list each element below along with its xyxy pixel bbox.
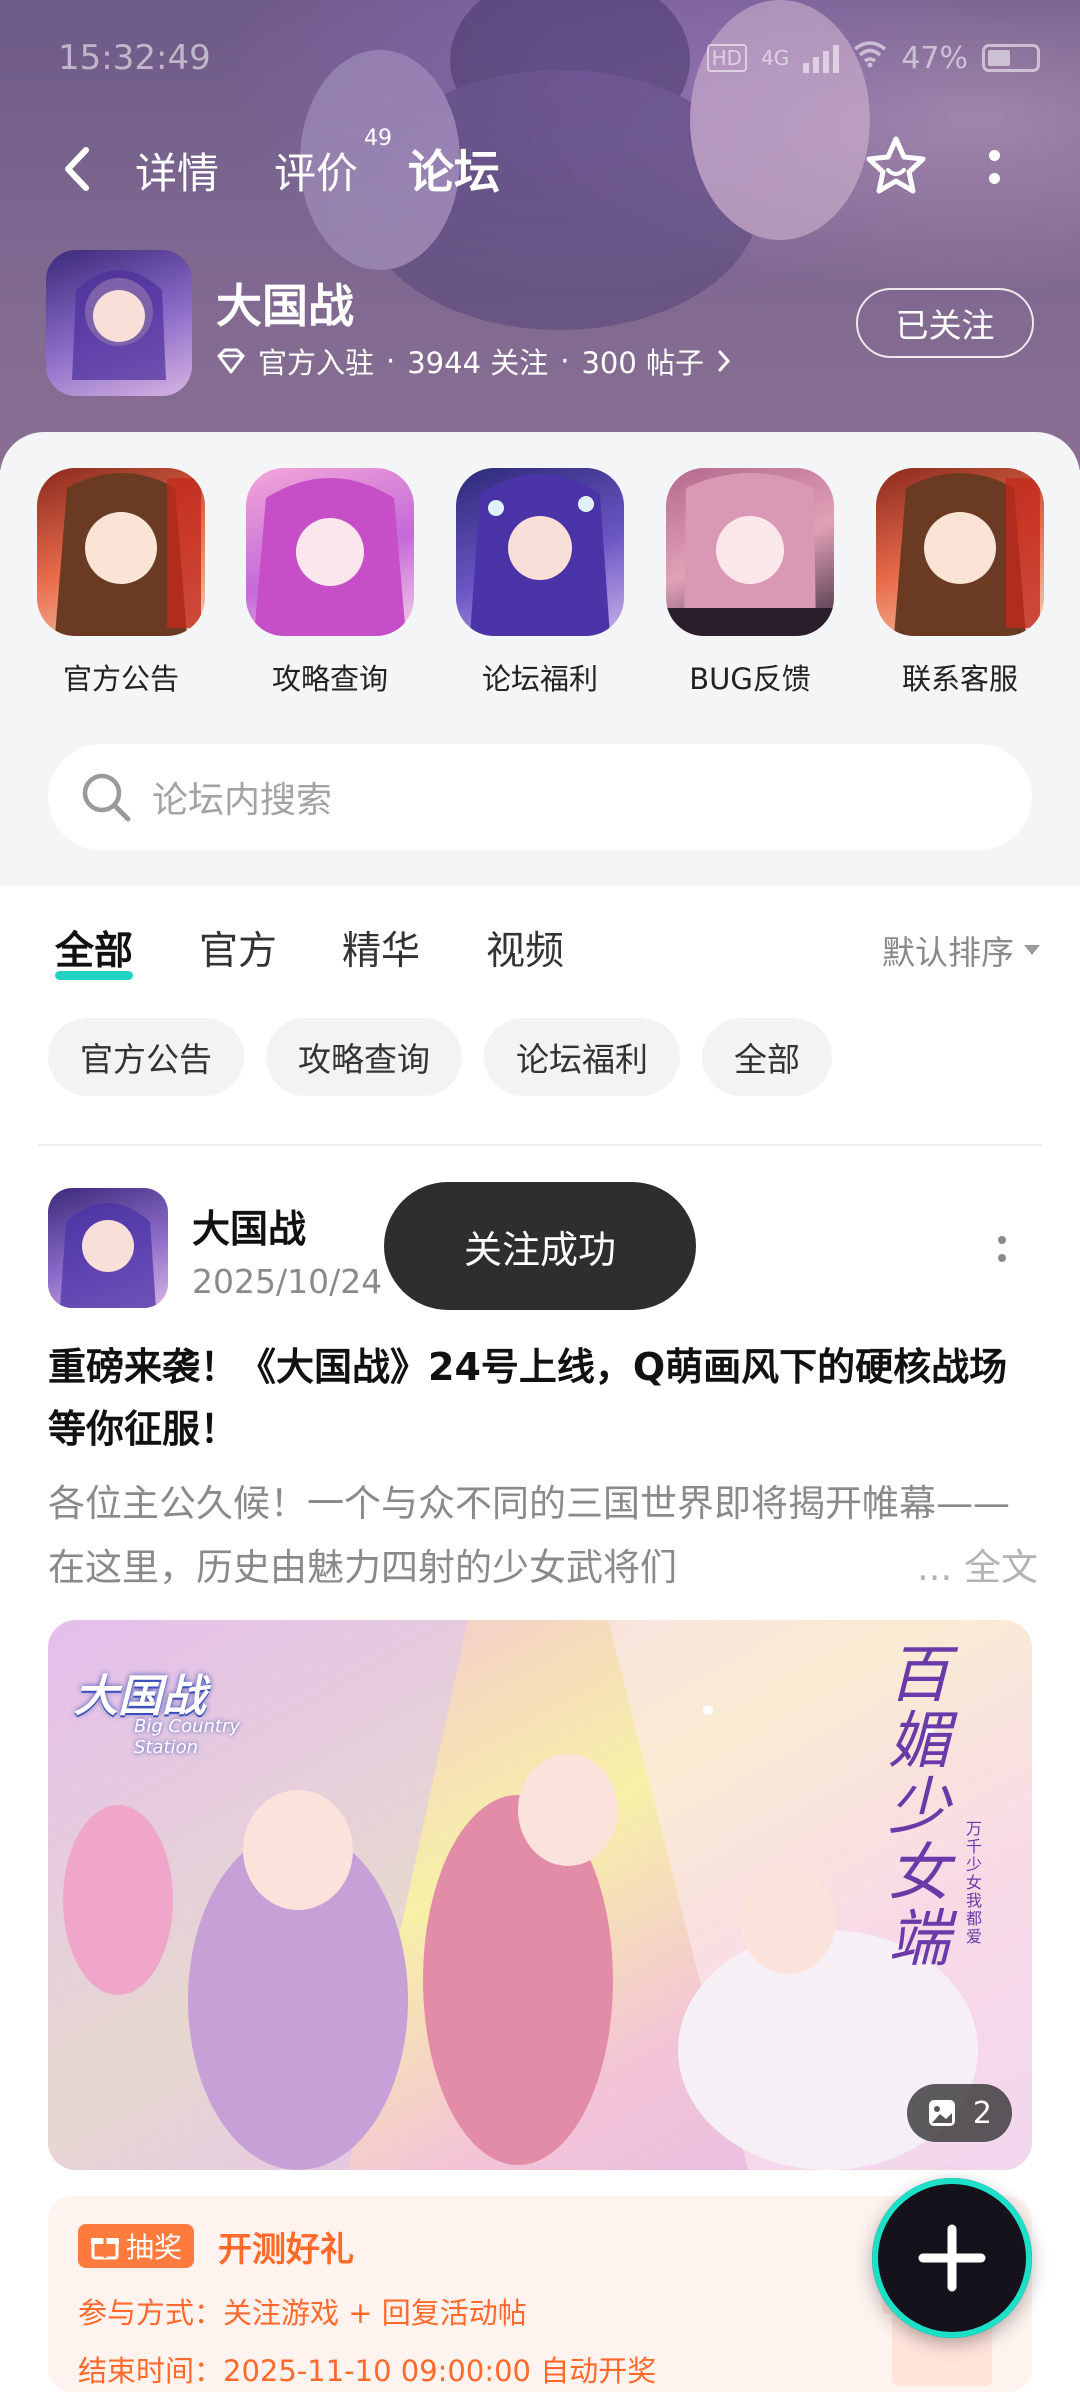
wifi-icon: [853, 40, 887, 76]
sort-label: 默认排序: [882, 933, 1014, 972]
forum-header: 15:32:49 HD 4G 47% 详情 评价 49 论坛 大国战 官方入驻 …: [0, 0, 1080, 470]
posts-count: 300 帖子: [581, 346, 705, 380]
chip-all[interactable]: 全部: [702, 1018, 832, 1096]
shortcut-label: 官方公告: [62, 662, 179, 696]
gift-icon: [91, 2238, 119, 2260]
toast-message: 关注成功: [384, 1182, 696, 1310]
lottery-end-time: 结束时间：2025-11-10 09:00:00 自动开奖: [78, 2354, 657, 2388]
tab-review[interactable]: 评价 49: [274, 126, 392, 201]
shortcut-label: 攻略查询: [271, 662, 388, 696]
shortcut-customer-service[interactable]: 联系客服: [875, 468, 1045, 698]
status-icons: HD 4G 47%: [706, 40, 1040, 76]
status-bar: 15:32:49 HD 4G 47%: [58, 30, 1040, 86]
chip-announcement[interactable]: 官方公告: [48, 1018, 244, 1096]
followers-count: 3944 关注: [407, 346, 549, 380]
shortcut-label: 论坛福利: [481, 662, 598, 696]
star-icon: [866, 136, 926, 194]
game-name: 大国战: [216, 279, 354, 333]
game-meta[interactable]: 官方入驻 · 3944 关注 · 300 帖子: [216, 340, 732, 382]
caret-down-icon: [1024, 945, 1040, 955]
post-image[interactable]: 大国战 Big Country Station 百媚少女端 万千少女我都爱 2: [48, 1620, 1032, 2170]
lottery-badge: 抽奖: [78, 2224, 195, 2268]
shortcut-label: 联系客服: [901, 662, 1018, 696]
lottery-title: 开测好礼: [218, 2229, 355, 2270]
post-more-button[interactable]: [998, 1236, 1010, 1266]
shortcut-label: BUG反馈: [689, 662, 811, 696]
meta-separator: ·: [386, 344, 396, 378]
shortcut-thumbnail: [666, 468, 834, 636]
official-label: 官方入驻: [258, 346, 375, 380]
post-image-logo: 大国战: [74, 1671, 206, 1722]
shortcut-welfare[interactable]: 论坛福利: [455, 468, 625, 698]
filter-tab-featured[interactable]: 精华: [342, 920, 420, 976]
filter-tab-official[interactable]: 官方: [199, 920, 277, 976]
image-count-badge: 2: [906, 2084, 1012, 2142]
shortcut-guide[interactable]: 攻略查询: [245, 468, 415, 698]
top-navigation: 详情 评价 49 论坛: [0, 126, 1080, 210]
shortcut-thumbnail: [246, 468, 414, 636]
category-chips: 官方公告 攻略查询 论坛福利 全部: [48, 1018, 832, 1096]
tab-detail[interactable]: 详情: [135, 140, 219, 201]
game-icon[interactable]: [46, 250, 192, 396]
more-dot-icon: [988, 173, 1000, 184]
image-count: 2: [972, 2095, 992, 2131]
chevron-right-icon: [718, 350, 731, 372]
network-label: 4G: [761, 46, 790, 70]
battery-icon: [982, 44, 1040, 72]
lottery-method: 参与方式：关注游戏 + 回复活动帖: [78, 2296, 527, 2330]
more-options-button[interactable]: [986, 146, 1002, 196]
post-author-name[interactable]: 大国战: [192, 1198, 306, 1253]
shortcut-thumbnail: [876, 468, 1044, 636]
sort-dropdown[interactable]: 默认排序: [882, 926, 1040, 974]
review-count: 49: [364, 126, 393, 151]
post-excerpt[interactable]: 各位主公久候！一个与众不同的三国世界即将揭开帷幕——在这里，历史由魅力四射的少女…: [48, 1472, 1038, 1600]
filter-tabs: 全部 官方 精华 视频 默认排序: [0, 920, 1080, 980]
back-button[interactable]: [56, 144, 100, 194]
follow-button[interactable]: 已关注: [856, 288, 1034, 358]
plus-icon: [918, 2224, 986, 2292]
create-post-button[interactable]: [872, 2178, 1032, 2338]
game-info: 大国战 官方入驻 · 3944 关注 · 300 帖子 已关注: [46, 250, 1034, 400]
shortcut-thumbnail: [456, 468, 624, 636]
chip-welfare[interactable]: 论坛福利: [484, 1018, 680, 1096]
tab-review-label: 评价: [274, 149, 359, 198]
forum-shortcuts-panel: 官方公告 攻略查询 论坛福利 BUG反馈 联系客服 论坛内搜索: [0, 432, 1080, 886]
more-dot-icon: [998, 1236, 1006, 1244]
filter-tab-all[interactable]: 全部: [55, 920, 134, 980]
lottery-badge-label: 抽奖: [126, 2231, 183, 2264]
post-author-avatar[interactable]: [48, 1188, 168, 1308]
image-icon: [928, 2100, 955, 2126]
post-image-logo-en: Big Country Station: [134, 1716, 241, 1758]
post-image-slogan: 百媚少女端: [888, 1638, 951, 1975]
filter-tab-video[interactable]: 视频: [486, 920, 564, 976]
read-more-link[interactable]: ... 全文: [846, 1536, 1038, 1600]
diamond-icon: [217, 348, 245, 374]
more-dot-icon: [998, 1254, 1006, 1262]
tab-forum[interactable]: 论坛: [408, 136, 500, 206]
section-divider: [38, 1144, 1042, 1146]
lottery-header: 抽奖 开测好礼: [78, 2218, 1002, 2274]
post-title[interactable]: 重磅来袭！《大国战》24号上线，Q萌画风下的硬核战场等你征服！: [48, 1336, 1038, 1460]
search-icon: [82, 773, 131, 822]
post-date: 2025/10/24: [192, 1262, 383, 1301]
chip-guide[interactable]: 攻略查询: [266, 1018, 462, 1096]
meta-separator: ·: [560, 344, 570, 378]
forum-search-box[interactable]: 论坛内搜索: [48, 744, 1032, 850]
shortcut-thumbnail: [37, 468, 205, 636]
shortcut-announcement[interactable]: 官方公告: [36, 468, 206, 698]
shortcut-bug-report[interactable]: BUG反馈: [665, 468, 835, 698]
more-dot-icon: [988, 150, 1000, 161]
battery-label: 47%: [901, 40, 968, 76]
favorite-button[interactable]: [864, 134, 928, 198]
signal-icon: [803, 43, 840, 73]
hd-icon: HD: [706, 44, 748, 72]
chevron-left-icon: [65, 147, 89, 191]
search-placeholder: 论坛内搜索: [152, 780, 333, 821]
status-time: 15:32:49: [58, 38, 211, 78]
post-image-slogan-small: 万千少女我都爱: [966, 1819, 983, 1946]
